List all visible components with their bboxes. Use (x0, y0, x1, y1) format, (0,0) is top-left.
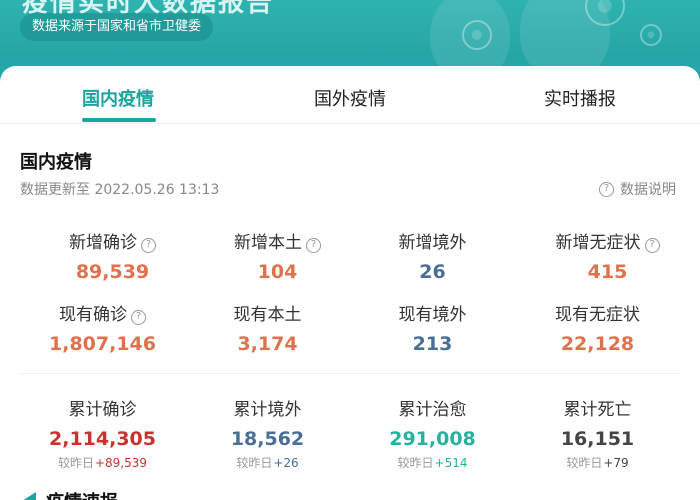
stat-value: 26 (419, 261, 446, 283)
stat-value: 16,151 (560, 428, 635, 450)
stat-label: 新增无症状 (555, 233, 641, 253)
stat-value: 415 (587, 261, 628, 283)
tab-live-report[interactable]: 实时播报 (544, 85, 616, 111)
data-source-badge: 数据来源于国家和省市卫健委 (20, 13, 214, 41)
stat-value: 104 (257, 261, 298, 283)
stat-value: 89,539 (75, 261, 150, 283)
data-note-link[interactable]: ? 数据说明 (599, 179, 676, 199)
section-title: 国内疫情 (20, 152, 92, 173)
stat-total-recovered: 累计治愈 291,008 较昨日+514 (345, 395, 520, 471)
stat-label: 新增确诊 (69, 233, 137, 253)
stat-total-imported: 累计境外 18,562 较昨日+26 (180, 395, 355, 471)
question-circle-icon[interactable]: ? (141, 238, 156, 253)
stat-label: 累计确诊 (68, 400, 137, 420)
question-circle-icon[interactable]: ? (131, 310, 146, 325)
stat-current-asymptomatic: 现有无症状 22,128 (510, 300, 685, 355)
stat-current-local: 现有本土 3,174 (180, 300, 355, 355)
section-divider (20, 373, 680, 374)
stat-total-confirmed: 累计确诊 2,114,305 较昨日+89,539 (15, 395, 190, 471)
active-tab-indicator (82, 118, 156, 122)
epidemic-card: 国内疫情 国外疫情 实时播报 国内疫情 数据更新至 2022.05.26 13:… (0, 66, 700, 500)
stat-value: 1,807,146 (49, 333, 156, 355)
virus-icon (640, 24, 662, 46)
news-section-title[interactable]: 疫情速报 (22, 488, 118, 500)
stat-value: 291,008 (389, 428, 476, 450)
stat-label: 现有确诊 (59, 305, 127, 325)
tab-domestic[interactable]: 国内疫情 (82, 85, 154, 111)
stat-new-local: 新增本土? 104 (190, 228, 365, 283)
stat-current-confirmed: 现有确诊? 1,807,146 (15, 300, 190, 355)
stat-value: 22,128 (560, 333, 635, 355)
question-circle-icon[interactable]: ? (306, 238, 321, 253)
question-circle-icon[interactable]: ? (644, 238, 660, 253)
question-circle-icon: ? (599, 181, 614, 197)
tab-overseas[interactable]: 国外疫情 (314, 85, 386, 111)
stat-delta: 较昨日+26 (236, 456, 299, 470)
stat-value: 3,174 (237, 333, 298, 355)
triangle-flag-icon (22, 492, 36, 500)
virus-icon (462, 20, 492, 50)
stat-label: 累计死亡 (563, 400, 632, 420)
stat-label: 现有本土 (233, 305, 302, 325)
stat-label: 现有境外 (398, 305, 467, 325)
data-note-label: 数据说明 (620, 182, 676, 198)
stat-label: 累计境外 (233, 400, 302, 420)
stat-label: 新增本土 (234, 233, 302, 253)
stat-label: 累计治愈 (398, 400, 467, 420)
stat-new-confirmed: 新增确诊? 89,539 (25, 228, 200, 283)
stat-value: 2,114,305 (49, 428, 156, 450)
update-time: 数据更新至 2022.05.26 13:13 (20, 182, 220, 198)
stat-delta: 较昨日+89,539 (57, 456, 148, 470)
stat-delta: 较昨日+79 (566, 456, 629, 470)
stat-delta: 较昨日+514 (397, 456, 468, 470)
tab-bar: 国内疫情 国外疫情 实时播报 (0, 66, 700, 124)
stat-new-imported: 新增境外 26 (345, 228, 520, 283)
stat-value: 18,562 (230, 428, 305, 450)
stat-new-asymptomatic: 新增无症状? 415 (520, 228, 695, 283)
stat-current-imported: 现有境外 213 (345, 300, 520, 355)
stat-label: 新增境外 (398, 233, 467, 253)
news-title-label: 疫情速报 (46, 488, 118, 500)
stat-total-deaths: 累计死亡 16,151 较昨日+79 (510, 395, 685, 471)
stat-value: 213 (412, 333, 453, 355)
stat-label: 现有无症状 (555, 305, 640, 325)
